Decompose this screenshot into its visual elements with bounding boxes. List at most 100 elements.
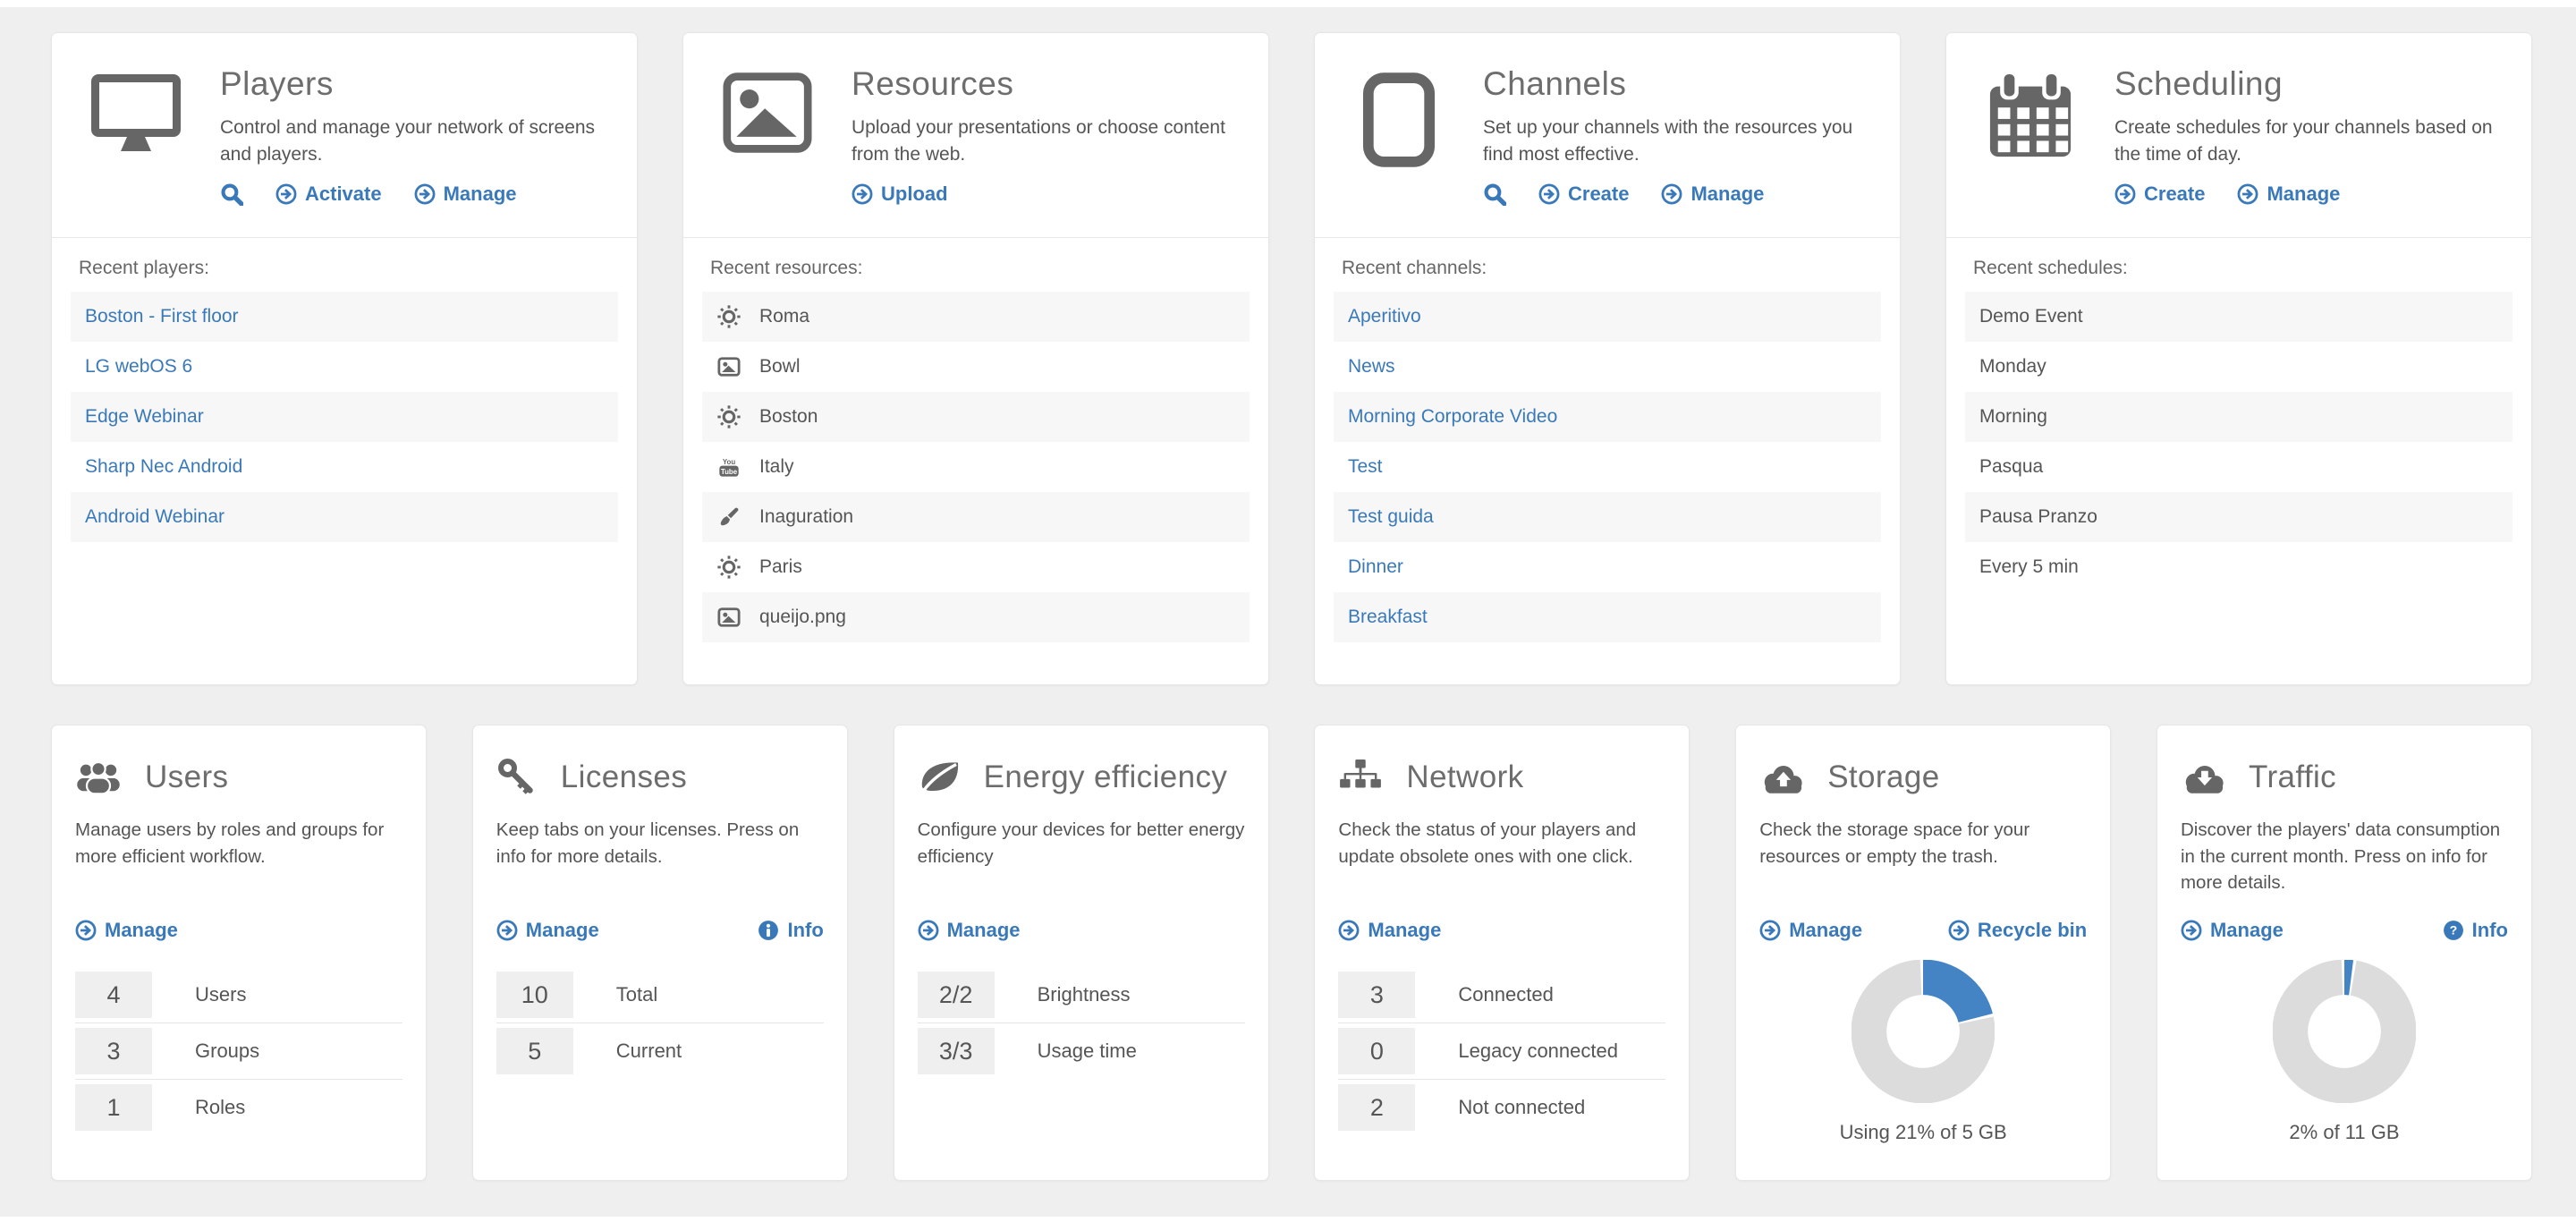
page-title-scheduling: Scheduling — [2114, 65, 2504, 103]
stat-label: Usage time — [1038, 1040, 1137, 1063]
circle-arrow-right-icon — [1661, 183, 1682, 205]
circle-arrow-right-icon — [2114, 183, 2136, 205]
recent-schedules-list: Demo Event Monday Morning Pasqua Pausa P… — [1965, 292, 2512, 592]
question-circle-icon — [2443, 920, 2464, 941]
recent-players-list: Boston - First floor LG webOS 6 Edge Web… — [71, 292, 618, 542]
page-title-storage: Storage — [1827, 760, 1939, 795]
recent-channels-list: Aperitivo News Morning Corporate Video T… — [1334, 292, 1881, 642]
recent-players-label: Recent players: — [79, 258, 610, 279]
stat-value: 1 — [75, 1084, 152, 1131]
players-card-header: Players Control and manage your network … — [52, 33, 637, 216]
circle-arrow-right-icon — [414, 183, 436, 205]
scheduling-card: Scheduling Create schedules for your cha… — [1945, 32, 2532, 685]
stat-value: 5 — [496, 1028, 573, 1074]
stat-label: Brightness — [1038, 983, 1131, 1006]
top-card-row: Players Control and manage your network … — [0, 7, 2576, 685]
page-title-resources: Resources — [852, 65, 1241, 103]
circle-arrow-right-icon — [496, 920, 518, 941]
image-icon — [723, 72, 812, 153]
channels-links: Create Manage — [1483, 182, 1873, 206]
licenses-info-link[interactable]: Info — [758, 919, 823, 942]
cloud-download-icon — [2181, 761, 2225, 794]
storage-manage-link[interactable]: Manage — [1759, 919, 1862, 942]
users-description: Manage users by roles and groups for mor… — [75, 817, 402, 917]
circle-arrow-right-icon — [1759, 920, 1781, 941]
schedule-list-item: Monday — [1965, 342, 2512, 392]
player-list-item[interactable]: Edge Webinar — [71, 392, 618, 442]
energy-efficiency-card: Energy efficiency Configure your devices… — [894, 725, 1269, 1181]
traffic-description: Discover the players' data consumption i… — [2181, 817, 2508, 917]
page-title-licenses: Licenses — [561, 760, 687, 795]
channel-list-item[interactable]: Morning Corporate Video — [1334, 392, 1881, 442]
resources-upload-link[interactable]: Upload — [852, 182, 948, 206]
traffic-info-link[interactable]: Info — [2443, 919, 2508, 942]
channels-card-header: Channels Set up your channels with the r… — [1315, 33, 1900, 216]
users-manage-link[interactable]: Manage — [75, 919, 178, 942]
divider — [1946, 237, 2531, 238]
resource-list-item: Italy — [702, 442, 1250, 492]
stat-value: 2 — [1338, 1084, 1415, 1131]
channels-create-link[interactable]: Create — [1538, 182, 1629, 206]
traffic-usage-caption: 2% of 11 GB — [2181, 1121, 2508, 1144]
stat-label: Groups — [195, 1040, 259, 1063]
widget-icon — [717, 556, 741, 579]
resource-list-item: queijo.png — [702, 592, 1250, 642]
recent-resources-list: Roma Bowl Boston Italy Inaguration — [702, 292, 1250, 642]
player-list-item[interactable]: Android Webinar — [71, 492, 618, 542]
players-activate-link[interactable]: Activate — [275, 182, 382, 206]
network-manage-link[interactable]: Manage — [1338, 919, 1441, 942]
players-search-button[interactable] — [220, 182, 243, 206]
energy-manage-link[interactable]: Manage — [918, 919, 1021, 942]
players-manage-link[interactable]: Manage — [414, 182, 517, 206]
users-card: Users Manage users by roles and groups f… — [51, 725, 427, 1181]
stat-row: 0Legacy connected — [1338, 1023, 1665, 1079]
circle-arrow-right-icon — [1948, 920, 1970, 941]
stat-label: Current — [616, 1040, 682, 1063]
stat-row: 5 Current — [496, 1023, 824, 1079]
stat-value: 10 — [496, 972, 573, 1018]
calendar-icon — [1987, 72, 2074, 160]
resource-list-item: Paris — [702, 542, 1250, 592]
scheduling-manage-link[interactable]: Manage — [2237, 182, 2340, 206]
traffic-usage-donut-chart — [2273, 960, 2416, 1103]
circle-arrow-right-icon — [1538, 183, 1560, 205]
schedule-list-item: Pausa Pranzo — [1965, 492, 2512, 542]
channel-list-item[interactable]: Test guida — [1334, 492, 1881, 542]
channel-list-item[interactable]: Dinner — [1334, 542, 1881, 592]
storage-recycle-bin-link[interactable]: Recycle bin — [1948, 919, 2087, 942]
stat-value: 3 — [1338, 972, 1415, 1018]
scheduling-create-link[interactable]: Create — [2114, 182, 2205, 206]
stat-value: 3 — [75, 1028, 152, 1074]
traffic-manage-link[interactable]: Manage — [2181, 919, 2284, 942]
stat-row: 4Users — [75, 967, 402, 1023]
page-title-network: Network — [1406, 760, 1523, 795]
stat-row: 3Connected — [1338, 967, 1665, 1023]
channels-manage-link[interactable]: Manage — [1661, 182, 1764, 206]
divider — [683, 237, 1268, 238]
channels-card: Channels Set up your channels with the r… — [1314, 32, 1901, 685]
channel-list-item[interactable]: Breakfast — [1334, 592, 1881, 642]
channel-list-item[interactable]: Test — [1334, 442, 1881, 492]
player-list-item[interactable]: Boston - First floor — [71, 292, 618, 342]
paintbrush-icon — [717, 505, 741, 529]
stat-row: 2Not connected — [1338, 1079, 1665, 1135]
storage-usage-donut-chart — [1852, 960, 1995, 1103]
widget-icon — [717, 405, 741, 429]
player-list-item[interactable]: LG webOS 6 — [71, 342, 618, 392]
channels-search-button[interactable] — [1483, 182, 1506, 206]
storage-usage-caption: Using 21% of 5 GB — [1759, 1121, 2087, 1144]
youtube-icon — [717, 455, 741, 479]
licenses-manage-link[interactable]: Manage — [496, 919, 599, 942]
channel-list-item[interactable]: Aperitivo — [1334, 292, 1881, 342]
page-title-channels: Channels — [1483, 65, 1873, 103]
page-title-traffic: Traffic — [2249, 760, 2336, 795]
channels-description: Set up your channels with the resources … — [1483, 115, 1873, 169]
network-stats: 3Connected 0Legacy connected 2Not connec… — [1338, 967, 1665, 1135]
search-icon — [220, 182, 243, 206]
channel-frame-icon — [1362, 72, 1436, 167]
circle-arrow-right-icon — [1338, 920, 1360, 941]
channel-list-item[interactable]: News — [1334, 342, 1881, 392]
player-list-item[interactable]: Sharp Nec Android — [71, 442, 618, 492]
users-stats: 4Users 3Groups 1Roles — [75, 967, 402, 1135]
page-title-players: Players — [220, 65, 610, 103]
